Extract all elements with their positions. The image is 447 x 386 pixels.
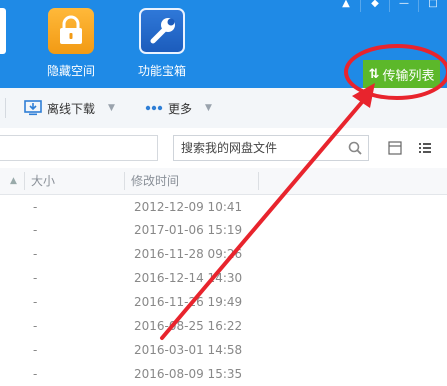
- minimize-icon[interactable]: —: [389, 0, 418, 12]
- offline-download-button[interactable]: 离线下载 ▼: [24, 88, 115, 128]
- transfer-arrows-icon: ⇅: [368, 66, 380, 82]
- toolbox-button[interactable]: 功能宝箱: [117, 8, 207, 79]
- address-bar: [0, 128, 447, 169]
- hidden-space-button[interactable]: 隐藏空间: [26, 8, 116, 79]
- column-header-size[interactable]: 大小: [31, 168, 55, 194]
- window-controls: ▲ ◆ — □: [332, 0, 447, 12]
- search-box: [173, 135, 369, 161]
- offline-download-icon: [24, 100, 42, 116]
- more-button[interactable]: 更多 ▼: [145, 88, 212, 128]
- table-row[interactable]: - 2016-03-01 14:58: [0, 339, 447, 362]
- column-divider: [258, 172, 259, 190]
- more-label: 更多: [168, 101, 193, 116]
- skin-icon[interactable]: ▲: [332, 0, 360, 12]
- transfer-list-button[interactable]: ⇅ 传输列表: [363, 60, 440, 88]
- lock-icon: [48, 8, 94, 54]
- more-dots-icon: [145, 105, 163, 111]
- chevron-down-icon: ▼: [108, 103, 115, 113]
- modified-time: 2016-08-09 15:35: [134, 367, 243, 381]
- modified-time: 2016-03-01 14:58: [134, 343, 243, 357]
- table-row[interactable]: - 2016-08-25 16:22: [0, 315, 447, 338]
- column-header-modified[interactable]: 修改时间: [131, 168, 179, 194]
- sort-up-icon[interactable]: ▲: [10, 168, 17, 194]
- sidebar-edge: [0, 8, 6, 54]
- file-size: -: [33, 200, 38, 214]
- file-size: -: [33, 271, 38, 285]
- file-size: -: [33, 247, 38, 261]
- column-divider: [24, 172, 25, 190]
- hidden-space-label: 隐藏空间: [46, 64, 95, 78]
- modified-time: 2016-12-14 14:30: [134, 271, 243, 285]
- file-size: -: [33, 319, 38, 333]
- search-input[interactable]: [174, 136, 349, 160]
- table-row[interactable]: - 2016-08-09 15:35: [0, 363, 447, 386]
- toolbar: 离线下载 ▼ 更多 ▼: [0, 88, 447, 129]
- file-table-header: ▲ 大小 修改时间: [0, 168, 447, 195]
- tile-view-icon[interactable]: [388, 141, 402, 155]
- transfer-list-label: 传输列表: [382, 68, 435, 84]
- table-row[interactable]: - 2016-11-26 19:49: [0, 291, 447, 314]
- table-row[interactable]: - 2016-11-28 09:26: [0, 243, 447, 266]
- table-row[interactable]: - 2017-01-06 15:19: [0, 219, 447, 242]
- chevron-down-icon: ▼: [205, 103, 212, 113]
- list-view-icon[interactable]: [418, 141, 432, 155]
- file-size: -: [33, 295, 38, 309]
- file-size: -: [33, 223, 38, 237]
- top-bar: ▲ ◆ — □ 隐藏空间 功能宝箱 ⇅ 传输列表: [0, 0, 447, 88]
- menu-icon[interactable]: ◆: [360, 0, 389, 12]
- column-divider: [124, 172, 125, 190]
- wrench-icon: [139, 8, 185, 54]
- search-icon[interactable]: [348, 141, 362, 155]
- toolbar-divider: [5, 98, 6, 118]
- modified-time: 2016-11-26 19:49: [134, 295, 243, 309]
- modified-time: 2017-01-06 15:19: [134, 223, 243, 237]
- modified-time: 2016-08-25 16:22: [134, 319, 243, 333]
- file-size: -: [33, 343, 38, 357]
- table-row[interactable]: - 2016-12-14 14:30: [0, 267, 447, 290]
- modified-time: 2012-12-09 10:41: [134, 200, 243, 214]
- table-row[interactable]: - 2012-12-09 10:41: [0, 196, 447, 219]
- offline-download-label: 离线下载: [47, 101, 96, 116]
- path-field[interactable]: [0, 135, 158, 161]
- modified-time: 2016-11-28 09:26: [134, 247, 243, 261]
- toolbox-label: 功能宝箱: [137, 64, 186, 78]
- maximize-icon[interactable]: □: [418, 0, 447, 12]
- file-size: -: [33, 367, 38, 381]
